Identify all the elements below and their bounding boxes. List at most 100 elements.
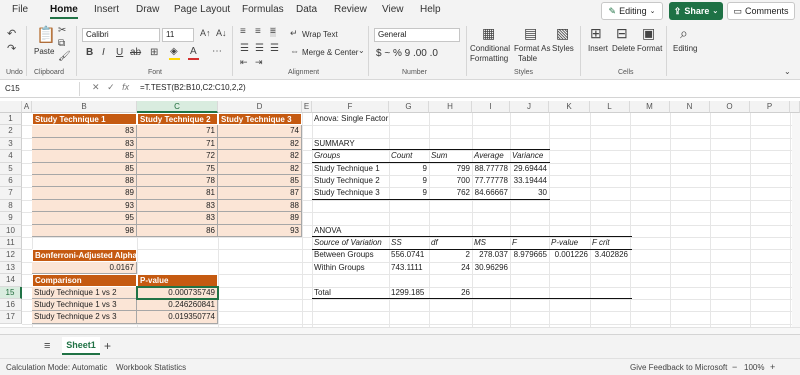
- study-cell[interactable]: 93: [32, 199, 137, 213]
- summary-variance[interactable]: 29.69444: [510, 163, 549, 175]
- anova-between-f[interactable]: 8.979665: [510, 249, 549, 261]
- more-font-options-icon[interactable]: ⋯: [212, 47, 222, 57]
- study-cell[interactable]: 83: [137, 212, 218, 225]
- summary-count[interactable]: 9: [389, 175, 429, 187]
- comparison-cell[interactable]: Study Technique 1 vs 2: [32, 286, 137, 299]
- column-header-k[interactable]: K: [549, 101, 590, 113]
- insert-cells-icon[interactable]: ⊞: [590, 26, 602, 40]
- conditional-formatting-label-2[interactable]: Formatting: [470, 54, 508, 63]
- format-as-table-label-1[interactable]: Format As: [514, 44, 550, 53]
- column-header-f[interactable]: F: [312, 101, 389, 113]
- anova-within-ss[interactable]: 743.1111: [389, 262, 429, 274]
- anova-title[interactable]: Anova: Single Factor: [312, 113, 402, 125]
- menu-review[interactable]: Review: [334, 4, 367, 15]
- summary-sum[interactable]: 700: [429, 175, 472, 187]
- bonferroni-value[interactable]: 0.0167: [32, 261, 137, 275]
- align-left-icon[interactable]: ☰: [240, 44, 249, 54]
- share-button[interactable]: ⇪ Share ⌄: [669, 2, 723, 20]
- row-header-17[interactable]: 17: [0, 311, 22, 324]
- anova-between-fcrit[interactable]: 3.402826: [590, 249, 630, 261]
- study-cell[interactable]: 85: [32, 150, 137, 163]
- row-header-4[interactable]: 4: [0, 150, 22, 163]
- increase-indent-icon[interactable]: ⇥: [255, 58, 263, 67]
- menu-help[interactable]: Help: [420, 4, 441, 15]
- menu-view[interactable]: View: [382, 4, 404, 15]
- study-cell[interactable]: 81: [137, 187, 218, 200]
- format-painter-icon[interactable]: 🖌: [58, 52, 71, 62]
- row-header-1[interactable]: 1: [0, 113, 22, 126]
- collapse-ribbon-icon[interactable]: ⌄: [784, 68, 791, 76]
- summary-header-groups[interactable]: Groups: [312, 150, 389, 162]
- wrap-text-button[interactable]: Wrap Text: [302, 30, 338, 39]
- spreadsheet-grid[interactable]: A B C D E F G H I J K L M N O P 1 2 3 4 …: [0, 101, 800, 327]
- menu-insert[interactable]: Insert: [94, 4, 119, 15]
- column-header-l[interactable]: L: [590, 101, 630, 113]
- comparison-cell[interactable]: Study Technique 2 vs 3: [32, 311, 137, 324]
- study-cell[interactable]: 85: [32, 162, 137, 175]
- study-header-2[interactable]: Study Technique 2: [137, 113, 218, 126]
- horizontal-scrollbar[interactable]: [0, 327, 800, 334]
- borders-icon[interactable]: ⊞: [150, 48, 158, 58]
- styles-icon[interactable]: ▧: [556, 26, 569, 40]
- study-cell[interactable]: 86: [137, 224, 218, 237]
- study-header-3[interactable]: Study Technique 3: [218, 113, 302, 126]
- study-cell[interactable]: 72: [137, 150, 218, 163]
- format-cells-label[interactable]: Format: [637, 44, 662, 53]
- calculation-mode[interactable]: Calculation Mode: Automatic: [6, 363, 107, 372]
- sheet-tab-sheet1[interactable]: Sheet1: [62, 337, 100, 355]
- select-all-corner[interactable]: [0, 101, 22, 113]
- row-header-7[interactable]: 7: [0, 187, 22, 200]
- study-cell[interactable]: 89: [218, 212, 302, 225]
- bold-icon[interactable]: B: [86, 48, 93, 58]
- menu-file[interactable]: File: [12, 4, 28, 15]
- cancel-icon[interactable]: ✕: [92, 82, 100, 92]
- comments-button[interactable]: ▭ Comments: [727, 2, 795, 20]
- column-header-g[interactable]: G: [389, 101, 429, 113]
- summary-count[interactable]: 9: [389, 163, 429, 175]
- number-format-buttons[interactable]: $ ~ % 9 .00 .0: [376, 48, 438, 59]
- column-header-n[interactable]: N: [670, 101, 710, 113]
- column-header-a[interactable]: A: [22, 101, 32, 113]
- conditional-formatting-label-1[interactable]: Conditional: [470, 44, 510, 53]
- wrap-text-icon[interactable]: ↵: [290, 29, 298, 38]
- add-sheet-icon[interactable]: +: [104, 340, 111, 352]
- copy-icon[interactable]: ⧉: [58, 39, 65, 49]
- anova-within-ms[interactable]: 30.96296: [472, 262, 510, 274]
- menu-home[interactable]: Home: [50, 4, 78, 15]
- row-header-11[interactable]: 11: [0, 237, 22, 250]
- anova-between-label[interactable]: Between Groups: [312, 249, 389, 261]
- increase-font-icon[interactable]: A↑: [200, 29, 211, 38]
- row-header-2[interactable]: 2: [0, 125, 22, 138]
- anova-header-ms[interactable]: MS: [472, 237, 510, 249]
- summary-variance[interactable]: 33.19444: [510, 175, 549, 187]
- column-header-o[interactable]: O: [710, 101, 750, 113]
- column-header-c[interactable]: C: [137, 101, 218, 113]
- anova-between-pvalue[interactable]: 0.001226: [549, 249, 590, 261]
- column-header-p[interactable]: P: [750, 101, 790, 113]
- summary-group[interactable]: Study Technique 1: [312, 163, 389, 175]
- format-cells-icon[interactable]: ▣: [642, 26, 655, 40]
- row-header-16[interactable]: 16: [0, 299, 22, 312]
- align-right-icon[interactable]: ☰: [270, 44, 279, 54]
- row-header-15[interactable]: 15: [0, 286, 22, 299]
- delete-cells-label[interactable]: Delete: [612, 44, 635, 53]
- name-box[interactable]: C15: [2, 82, 80, 96]
- anova-within-label[interactable]: Within Groups: [312, 262, 389, 274]
- study-cell[interactable]: 78: [137, 175, 218, 188]
- row-header-8[interactable]: 8: [0, 199, 22, 213]
- editing-ribbon-label[interactable]: Editing: [673, 44, 697, 53]
- all-sheets-menu-icon[interactable]: ≡: [44, 341, 50, 352]
- column-header-h[interactable]: H: [429, 101, 472, 113]
- undo-icon[interactable]: ↶: [7, 29, 16, 40]
- column-header-e[interactable]: E: [302, 101, 312, 113]
- zoom-in-icon[interactable]: +: [770, 362, 775, 372]
- anova-header-df[interactable]: df: [429, 237, 472, 249]
- study-cell[interactable]: 83: [32, 125, 137, 138]
- anova-within-df[interactable]: 24: [429, 262, 472, 274]
- menu-data[interactable]: Data: [296, 4, 317, 15]
- row-header-5[interactable]: 5: [0, 162, 22, 175]
- number-format-select[interactable]: General: [374, 28, 460, 42]
- bonferroni-label[interactable]: Bonferroni-Adjusted Alpha: [32, 249, 137, 262]
- redo-icon[interactable]: ↷: [7, 44, 16, 55]
- zoom-level[interactable]: 100%: [744, 363, 764, 372]
